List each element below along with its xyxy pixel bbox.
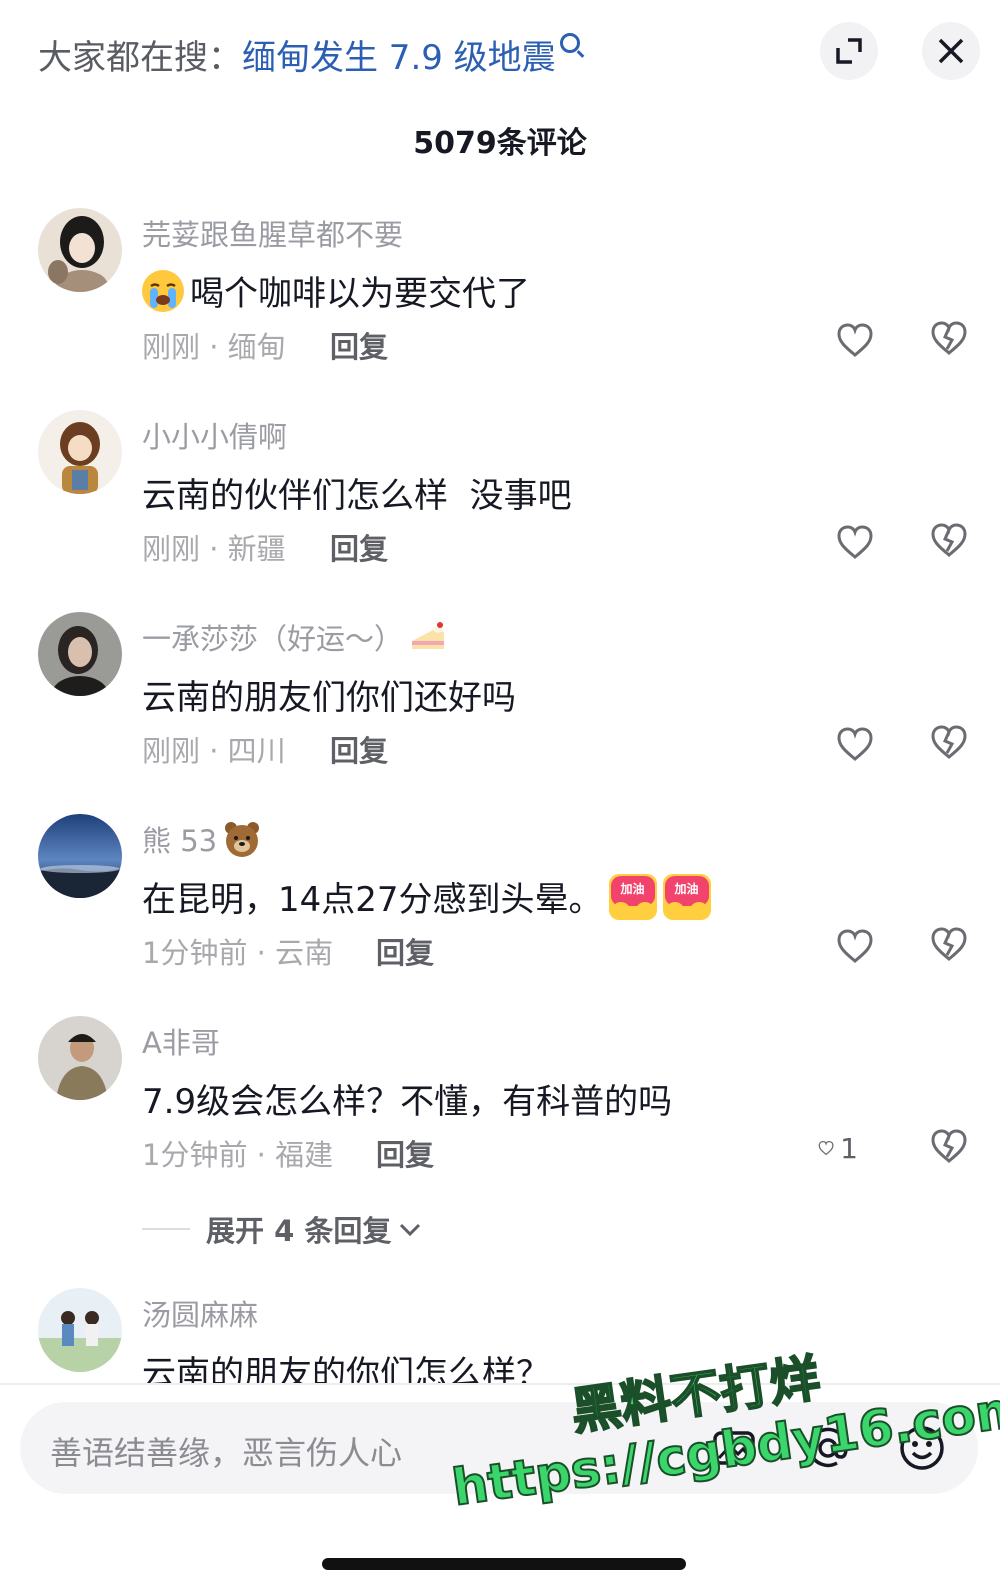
broken-heart-icon — [931, 725, 967, 759]
comment-text-body: 在昆明，14点27分感到头晕。 — [142, 880, 603, 920]
expand-icon — [836, 38, 862, 64]
broken-heart-icon — [931, 321, 967, 355]
comment-meta: 1分钟前 · 福建 — [142, 1138, 334, 1172]
expand-button[interactable] — [820, 22, 878, 80]
like-count: 1 — [840, 1131, 858, 1165]
dislike-button[interactable] — [930, 522, 970, 562]
sticker-jiayou-icon: 加油 — [662, 873, 711, 920]
broken-heart-icon — [931, 927, 967, 961]
heart-icon — [837, 323, 873, 357]
comment-text-body: 云南的伙伴们怎么样 没事吧 — [142, 476, 572, 516]
comment-username-text: 熊 53 — [142, 824, 218, 858]
comment-item: 熊 53 在昆明，14点27分感到头晕。 加油 加油 1分钟前 · 云南 回复 — [0, 814, 1000, 1014]
reply-button[interactable]: 回复 — [330, 728, 388, 770]
dislike-button[interactable] — [930, 320, 970, 360]
avatar[interactable] — [38, 1288, 122, 1372]
comment-input[interactable]: 善语结善缘，恶言伤人心 — [20, 1402, 978, 1494]
comment-username[interactable]: 一承莎莎（好运～） — [142, 616, 447, 658]
image-icon — [713, 1431, 755, 1465]
dislike-button[interactable] — [930, 1128, 970, 1168]
avatar[interactable] — [38, 612, 122, 696]
comment-text: 云南的伙伴们怎么样 没事吧 — [142, 468, 572, 517]
sticker-label: 加油 — [620, 881, 645, 896]
bear-icon — [223, 820, 261, 858]
like-button[interactable] — [836, 926, 876, 966]
heart-icon — [818, 1140, 834, 1156]
avatar[interactable] — [38, 1016, 122, 1100]
broken-heart-icon — [931, 523, 967, 557]
input-divider — [0, 1383, 1000, 1385]
comment-text-body: 云南的朋友们你们还好吗 — [142, 678, 516, 718]
chevron-down-icon — [400, 1223, 421, 1237]
comment-text: 在昆明，14点27分感到头晕。 加油 加油 — [142, 872, 711, 921]
comment-item: 芫荽跟鱼腥草都不要 喝个咖啡以为要交代了 刚刚 · 缅甸 回复 — [0, 208, 1000, 408]
sticker-label: 加油 — [674, 881, 699, 896]
loudly-crying-face-icon — [142, 269, 184, 312]
comment-count-title: 5079条评论 — [413, 126, 587, 161]
like-button[interactable] — [836, 522, 876, 562]
comments-header: 大家都在搜：缅甸发生 7.9 级地震 — [0, 0, 1000, 110]
comment-item: 汤圆麻麻 云南的朋友的你们怎么样？ — [0, 1288, 1000, 1383]
avatar[interactable] — [38, 410, 122, 494]
comment-meta: 刚刚 · 缅甸 — [142, 330, 286, 364]
comment-username-text: 一承莎莎（好运～） — [142, 622, 404, 656]
comment-text: 7.9级会怎么样？不懂，有科普的吗 — [142, 1074, 672, 1123]
reply-button[interactable]: 回复 — [376, 930, 434, 972]
like-button[interactable] — [836, 724, 876, 764]
comment-meta: 刚刚 · 新疆 — [142, 532, 286, 566]
comment-username[interactable]: 汤圆麻麻 — [142, 1292, 258, 1334]
comment-item: 小小小倩啊 云南的伙伴们怎么样 没事吧 刚刚 · 新疆 回复 — [0, 410, 1000, 610]
avatar[interactable] — [38, 814, 122, 898]
broken-heart-icon — [931, 1129, 967, 1163]
avatar[interactable] — [38, 208, 122, 292]
comment-username[interactable]: 熊 53 — [142, 818, 261, 860]
comment-text-body: 云南的朋友的你们怎么样？ — [142, 1354, 550, 1383]
like-button[interactable]: 1 — [818, 1128, 858, 1168]
reply-button[interactable]: 回复 — [376, 1132, 434, 1174]
comment-meta: 1分钟前 · 云南 — [142, 936, 334, 970]
reply-button[interactable]: 回复 — [330, 324, 388, 366]
comment-text: 喝个咖啡以为要交代了 — [142, 266, 530, 315]
comment-username[interactable]: A非哥 — [142, 1020, 220, 1062]
heart-icon — [837, 525, 873, 559]
close-button[interactable] — [922, 22, 980, 80]
smiley-icon — [900, 1426, 944, 1470]
heart-icon — [837, 727, 873, 761]
expand-replies-line — [142, 1228, 190, 1230]
sticker-jiayou-icon: 加油 — [608, 873, 657, 920]
dislike-button[interactable] — [930, 926, 970, 966]
expand-replies-button[interactable]: 展开 4 条回复 — [142, 1208, 423, 1250]
cake-icon — [409, 619, 447, 655]
close-icon — [938, 38, 964, 64]
comment-item: 一承莎莎（好运～） 云南的朋友们你们还好吗 刚刚 · 四川 回复 — [0, 612, 1000, 812]
comment-input-placeholder: 善语结善缘，恶言伤人心 — [50, 1434, 403, 1472]
mention-button[interactable] — [804, 1424, 852, 1472]
comment-text: 云南的朋友们你们还好吗 — [142, 670, 516, 719]
home-indicator — [322, 1558, 686, 1570]
comment-meta: 刚刚 · 四川 — [142, 734, 286, 768]
search-hint-prefix: 大家都在搜： — [38, 38, 242, 78]
comment-text-body: 喝个咖啡以为要交代了 — [190, 274, 530, 314]
heart-icon — [837, 929, 873, 963]
search-hint-term[interactable]: 缅甸发生 7.9 级地震 — [242, 38, 556, 78]
reply-button[interactable]: 回复 — [330, 526, 388, 568]
comment-username[interactable]: 小小小倩啊 — [142, 414, 287, 456]
comment-item: A非哥 7.9级会怎么样？不懂，有科普的吗 1分钟前 · 福建 回复 1 — [0, 1016, 1000, 1216]
expand-replies-label: 展开 4 条回复 — [206, 1214, 392, 1248]
comment-username[interactable]: 芫荽跟鱼腥草都不要 — [142, 212, 403, 254]
search-icon — [559, 33, 580, 53]
at-sign-icon — [808, 1427, 848, 1468]
trending-search-hint[interactable]: 大家都在搜：缅甸发生 7.9 级地震 — [38, 30, 580, 79]
image-button[interactable] — [710, 1424, 758, 1472]
emoji-button[interactable] — [898, 1424, 946, 1472]
dislike-button[interactable] — [930, 724, 970, 764]
comment-text: 云南的朋友的你们怎么样？ — [142, 1346, 550, 1383]
comment-text-body: 7.9级会怎么样？不懂，有科普的吗 — [142, 1082, 673, 1122]
like-button[interactable] — [836, 320, 876, 360]
